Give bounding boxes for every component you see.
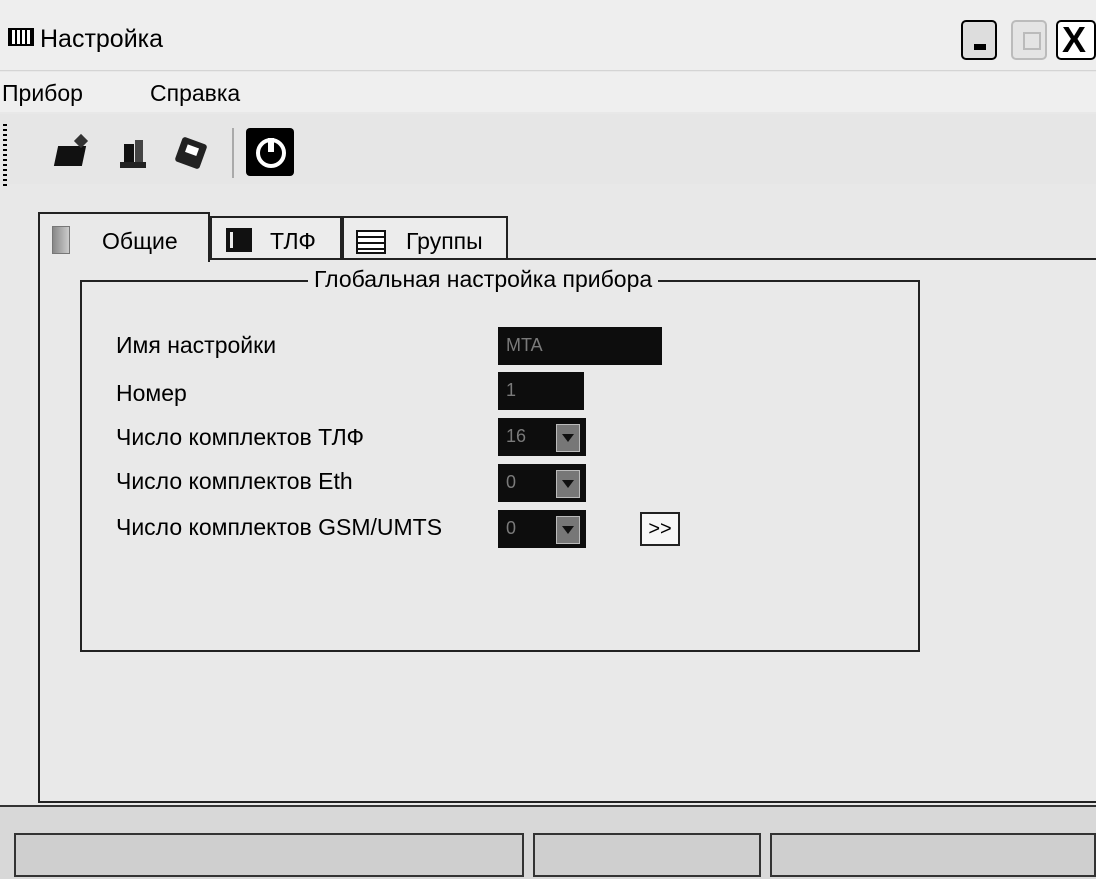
status-panel [770,833,1096,877]
minimize-button[interactable] [961,20,997,60]
close-button[interactable]: X [1056,20,1096,60]
groupbox-title: Глобальная настройка прибора [308,266,659,293]
tab-tlf[interactable]: ТЛФ [210,216,342,260]
tab-general[interactable]: Общие [38,212,210,262]
close-icon: X [1062,19,1087,60]
save-icon[interactable] [118,136,152,170]
gsm-sets-value: 0 [506,518,517,538]
eth-sets-value: 0 [506,472,517,492]
tlf-sets-select[interactable]: 16 [498,418,586,456]
open-folder-icon[interactable] [53,133,89,170]
disk-icon[interactable] [174,136,208,170]
status-panel [14,833,524,877]
gsm-sets-label: Число комплектов GSM/UMTS [116,514,443,540]
groups-tab-icon [356,230,386,254]
toolbar-grip-icon[interactable] [3,124,7,186]
setting-name-label: Имя настройки [116,332,277,358]
menu-item-device[interactable]: Прибор [2,80,83,107]
tab-label: ТЛФ [270,228,316,254]
tab-groups[interactable]: Группы [342,216,508,260]
chevron-down-icon[interactable] [556,424,580,452]
chevron-down-icon[interactable] [556,516,580,544]
menu-item-help[interactable]: Справка [150,80,240,107]
tab-label: Группы [406,228,483,254]
more-button[interactable]: >> [640,512,680,546]
tlf-tab-icon [226,228,252,252]
power-icon[interactable] [246,128,294,176]
setting-name-input[interactable]: MTA [498,327,662,365]
tlf-sets-value: 16 [506,426,527,446]
window-title: Настройка [40,25,164,53]
maximize-button[interactable] [1011,20,1047,60]
status-panel [533,833,761,877]
status-bar [0,805,1096,879]
toolbar-separator [232,128,234,178]
toolbar [0,114,1096,186]
menu-bar: Прибор Справка [0,72,1096,112]
tab-label: Общие [102,228,178,254]
tlf-sets-label: Число комплектов ТЛФ [116,424,364,450]
general-tab-icon [52,226,70,254]
chevron-down-icon[interactable] [556,470,580,498]
title-bar: Настройка X [0,0,1096,71]
eth-sets-select[interactable]: 0 [498,464,586,502]
eth-sets-label: Число комплектов Eth [116,468,353,494]
number-input[interactable]: 1 [498,372,584,410]
gsm-sets-select[interactable]: 0 [498,510,586,548]
number-label: Номер [116,380,187,406]
app-icon [8,28,34,46]
